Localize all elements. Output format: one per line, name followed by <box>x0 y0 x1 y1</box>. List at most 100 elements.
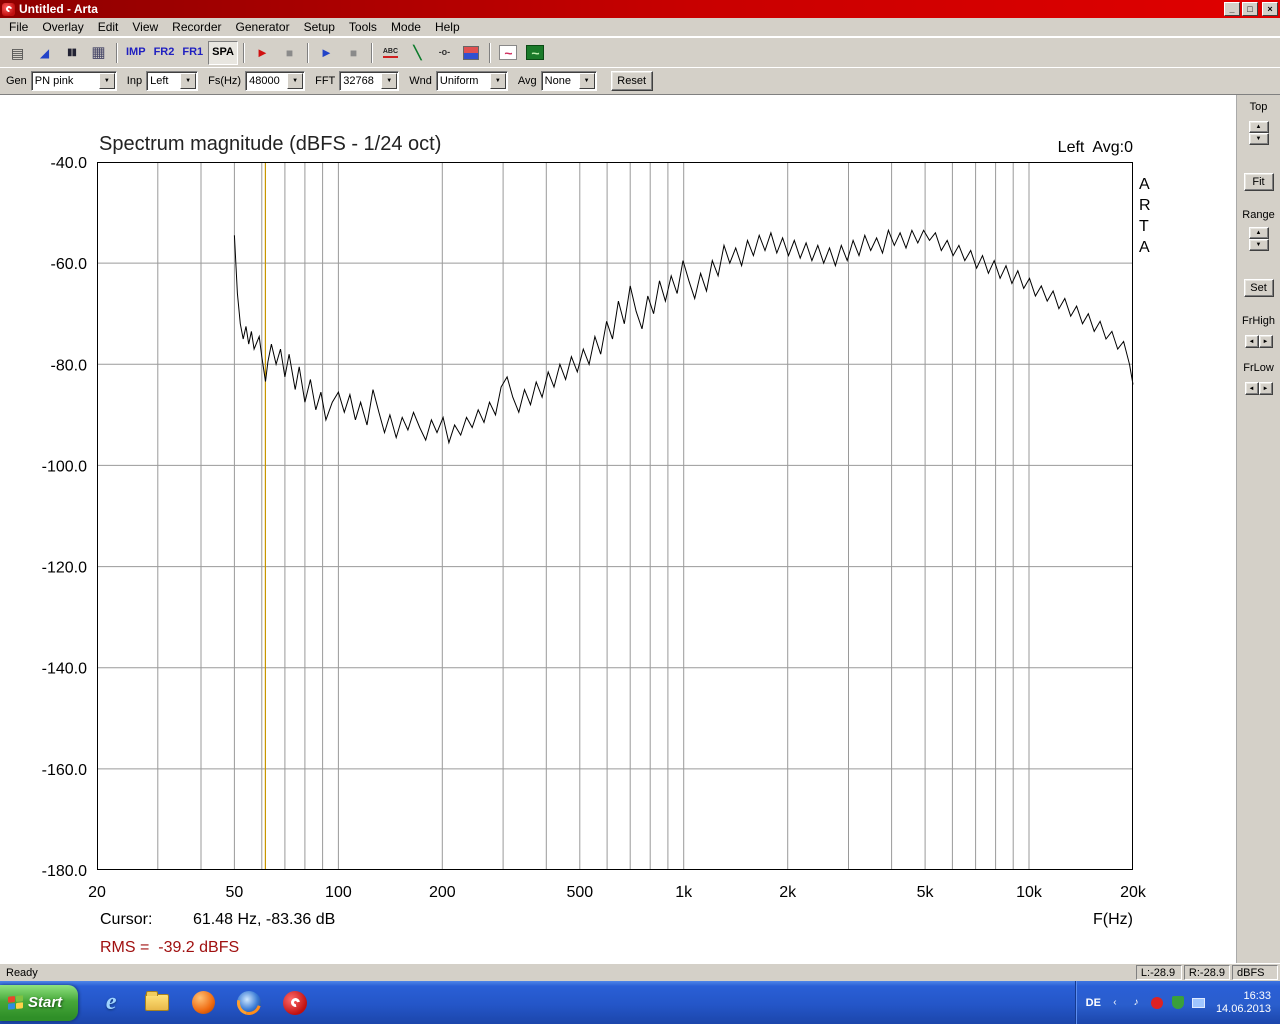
firefox-icon[interactable] <box>236 990 262 1016</box>
menu-tools[interactable]: Tools <box>342 18 384 36</box>
window-title: Untitled - Arta <box>19 2 98 16</box>
spin-up-icon[interactable]: ▲ <box>1248 121 1269 133</box>
input-select[interactable]: Left ▼ <box>146 71 199 91</box>
spa-mode-button[interactable]: SPA <box>208 40 238 65</box>
volume-icon[interactable]: ♪ <box>1129 996 1143 1010</box>
diagonal-line-icon[interactable]: ╲ <box>404 40 430 65</box>
menu-file[interactable]: File <box>2 18 35 36</box>
svg-text:5k: 5k <box>917 884 935 901</box>
toolbar-separator <box>116 42 118 63</box>
security-alert-icon[interactable] <box>1150 996 1164 1010</box>
sample-rate-select[interactable]: 48000 ▼ <box>245 71 306 91</box>
frlow-spinner[interactable]: ◄ ► <box>1244 382 1273 395</box>
reset-button[interactable]: Reset <box>610 71 653 91</box>
imp-mode-button[interactable]: IMP <box>123 40 149 65</box>
spin-down-icon[interactable]: ▼ <box>1248 133 1269 145</box>
media-player-icon[interactable] <box>190 990 216 1016</box>
spin-right-icon[interactable]: ► <box>1258 382 1273 395</box>
grid-view-icon[interactable]: ▦ <box>86 40 111 65</box>
top-spinner[interactable]: ▲ ▼ <box>1248 121 1269 145</box>
antivirus-icon[interactable] <box>1171 996 1185 1010</box>
wnd-label: Wnd <box>409 75 432 87</box>
set-button[interactable]: Set <box>1243 279 1274 297</box>
spin-left-icon[interactable]: ◄ <box>1244 382 1259 395</box>
spin-right-icon[interactable]: ► <box>1258 335 1273 348</box>
clock-date: 14.06.2013 <box>1215 1002 1271 1015</box>
spin-down-icon[interactable]: ▼ <box>1248 239 1269 251</box>
right-level-indicator: R:-28.9 <box>1183 965 1230 980</box>
chart-client-area: -40.0 -60.0 -80.0 -100.0 -120.0 -140.0 -160.0 -… <box>0 95 1236 963</box>
frhigh-spinner[interactable]: ◄ ► <box>1244 335 1273 348</box>
split-view-icon[interactable] <box>458 40 484 65</box>
arta-taskbar-icon[interactable] <box>282 990 308 1016</box>
svg-text:Spectrum magnitude (dBFS - 1/2: Spectrum magnitude (dBFS - 1/24 oct) <box>99 133 441 155</box>
svg-text:-160.0: -160.0 <box>42 762 87 779</box>
internet-explorer-icon[interactable]: e <box>98 989 124 1016</box>
play-button[interactable]: ► <box>313 40 339 65</box>
spin-up-icon[interactable]: ▲ <box>1248 227 1269 239</box>
sine-wave-icon[interactable]: ~ <box>495 40 521 65</box>
fft-label: FFT <box>315 75 336 87</box>
menu-generator[interactable]: Generator <box>229 18 297 36</box>
copy-icon[interactable]: ▤ <box>5 40 30 65</box>
averaging-select[interactable]: None ▼ <box>540 71 597 91</box>
menu-mode[interactable]: Mode <box>384 18 428 36</box>
pause-icon[interactable]: ▮▮ <box>59 40 84 65</box>
dropdown-arrow-icon[interactable]: ▼ <box>180 73 197 89</box>
dropdown-arrow-icon[interactable]: ▼ <box>98 73 115 89</box>
svg-text:-80.0: -80.0 <box>51 357 88 374</box>
network-icon[interactable] <box>1192 996 1206 1010</box>
record-arm-icon[interactable]: ◢ <box>32 40 57 65</box>
svg-text:-60.0: -60.0 <box>51 256 88 273</box>
menu-setup[interactable]: Setup <box>297 18 342 36</box>
spin-left-icon[interactable]: ◄ <box>1244 335 1259 348</box>
app-icon[interactable] <box>2 2 15 16</box>
record-stop-button[interactable]: ■ <box>276 40 302 65</box>
menu-overlay[interactable]: Overlay <box>35 18 90 36</box>
svg-text:-140.0: -140.0 <box>42 661 87 678</box>
menu-edit[interactable]: Edit <box>91 18 126 36</box>
level-probe-icon[interactable]: -o- <box>431 40 457 65</box>
minimize-button[interactable]: _ <box>1224 2 1240 16</box>
menu-help[interactable]: Help <box>428 18 467 36</box>
avg-label: Avg <box>517 75 537 87</box>
close-button[interactable]: × <box>1262 2 1278 16</box>
dropdown-arrow-icon[interactable]: ▼ <box>578 73 595 89</box>
svg-text:A: A <box>1139 239 1150 256</box>
menu-view[interactable]: View <box>125 18 165 36</box>
frlow-label: FrLow <box>1243 362 1274 374</box>
svg-text:RMS = -39.2 dBFS: RMS = -39.2 dBFS <box>100 939 239 956</box>
fft-size-select[interactable]: 32768 ▼ <box>339 71 400 91</box>
hide-icons-icon[interactable]: ‹ <box>1108 996 1122 1010</box>
range-spinner[interactable]: ▲ ▼ <box>1248 227 1269 251</box>
svg-text:50: 50 <box>226 884 244 901</box>
dropdown-arrow-icon[interactable]: ▼ <box>489 73 506 89</box>
menu-recorder[interactable]: Recorder <box>165 18 228 36</box>
text-label-icon[interactable]: ABC <box>377 40 403 65</box>
fr1-mode-button[interactable]: FR1 <box>179 40 207 65</box>
dropdown-arrow-icon[interactable]: ▼ <box>381 73 398 89</box>
svg-text:A: A <box>1139 176 1150 193</box>
maximize-button[interactable]: □ <box>1242 2 1258 16</box>
language-indicator[interactable]: DE <box>1086 997 1101 1009</box>
spectrum-plot[interactable]: -40.0 -60.0 -80.0 -100.0 -120.0 -140.0 -160.0 -… <box>0 95 1236 963</box>
svg-text:100: 100 <box>325 884 352 901</box>
dropdown-arrow-icon[interactable]: ▼ <box>287 73 304 89</box>
scope-wave-icon[interactable]: ~ <box>522 40 548 65</box>
svg-text:20: 20 <box>88 884 106 901</box>
record-play-button[interactable]: ► <box>249 40 275 65</box>
control-bar: Gen PN pink ▼ Inp Left ▼ Fs(Hz) 48000 ▼ … <box>0 67 1280 95</box>
range-label: Range <box>1242 209 1275 221</box>
explorer-folder-icon[interactable] <box>144 990 170 1016</box>
toolbar-separator <box>242 42 245 63</box>
stop-button[interactable]: ■ <box>340 40 366 65</box>
svg-text:20k: 20k <box>1120 884 1147 901</box>
fit-button[interactable]: Fit <box>1243 173 1274 191</box>
generator-select[interactable]: PN pink ▼ <box>30 71 117 91</box>
main-area: -40.0 -60.0 -80.0 -100.0 -120.0 -140.0 -160.0 -… <box>0 95 1280 963</box>
svg-text:-120.0: -120.0 <box>42 560 87 577</box>
gen-label: Gen <box>6 75 27 87</box>
fr2-mode-button[interactable]: FR2 <box>150 40 178 65</box>
start-button[interactable]: Start <box>0 984 79 1021</box>
window-select[interactable]: Uniform ▼ <box>435 71 508 91</box>
